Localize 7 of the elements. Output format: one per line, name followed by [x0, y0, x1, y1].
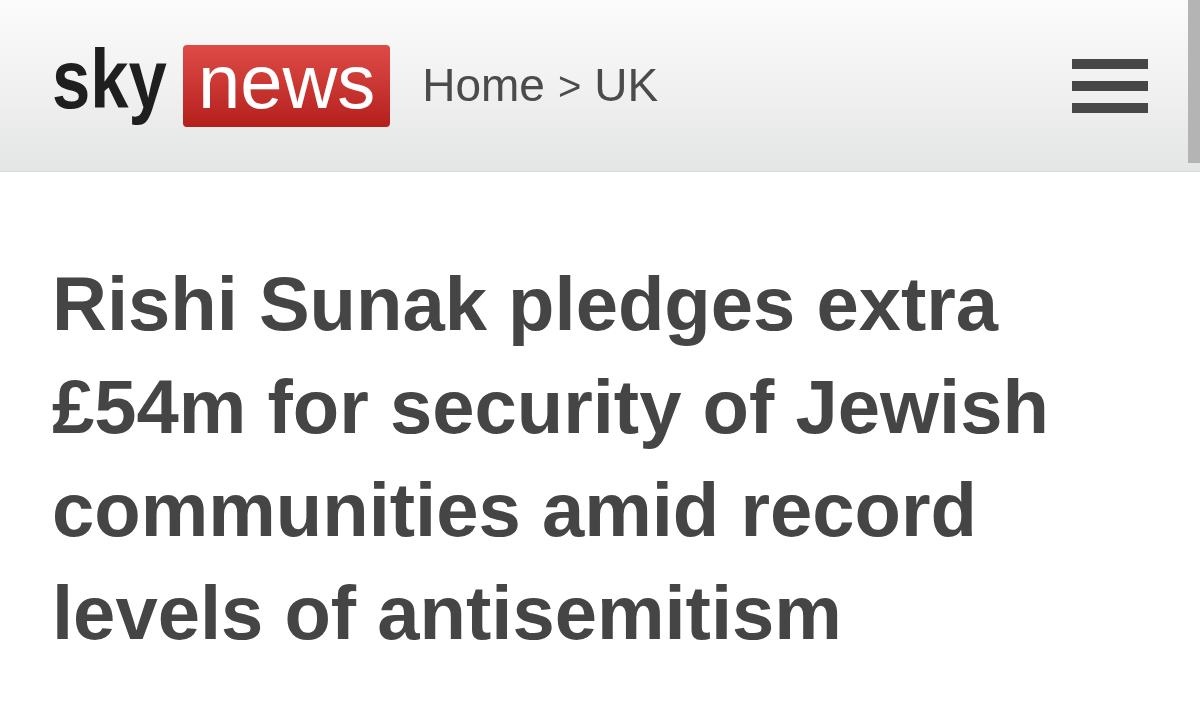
breadcrumb-link[interactable]: Home — [422, 51, 545, 120]
breadcrumb-link[interactable]: UK — [594, 51, 659, 120]
article-headline: Rishi Sunak pledges extra £54m for security of Jewish communities amid record levels of antisemitism — [52, 260, 1050, 657]
menu-icon[interactable] — [1072, 58, 1148, 113]
logo-badge: news — [183, 44, 391, 127]
scrollbar[interactable] — [1188, 0, 1200, 163]
breadcrumb-separator: > — [557, 62, 582, 110]
